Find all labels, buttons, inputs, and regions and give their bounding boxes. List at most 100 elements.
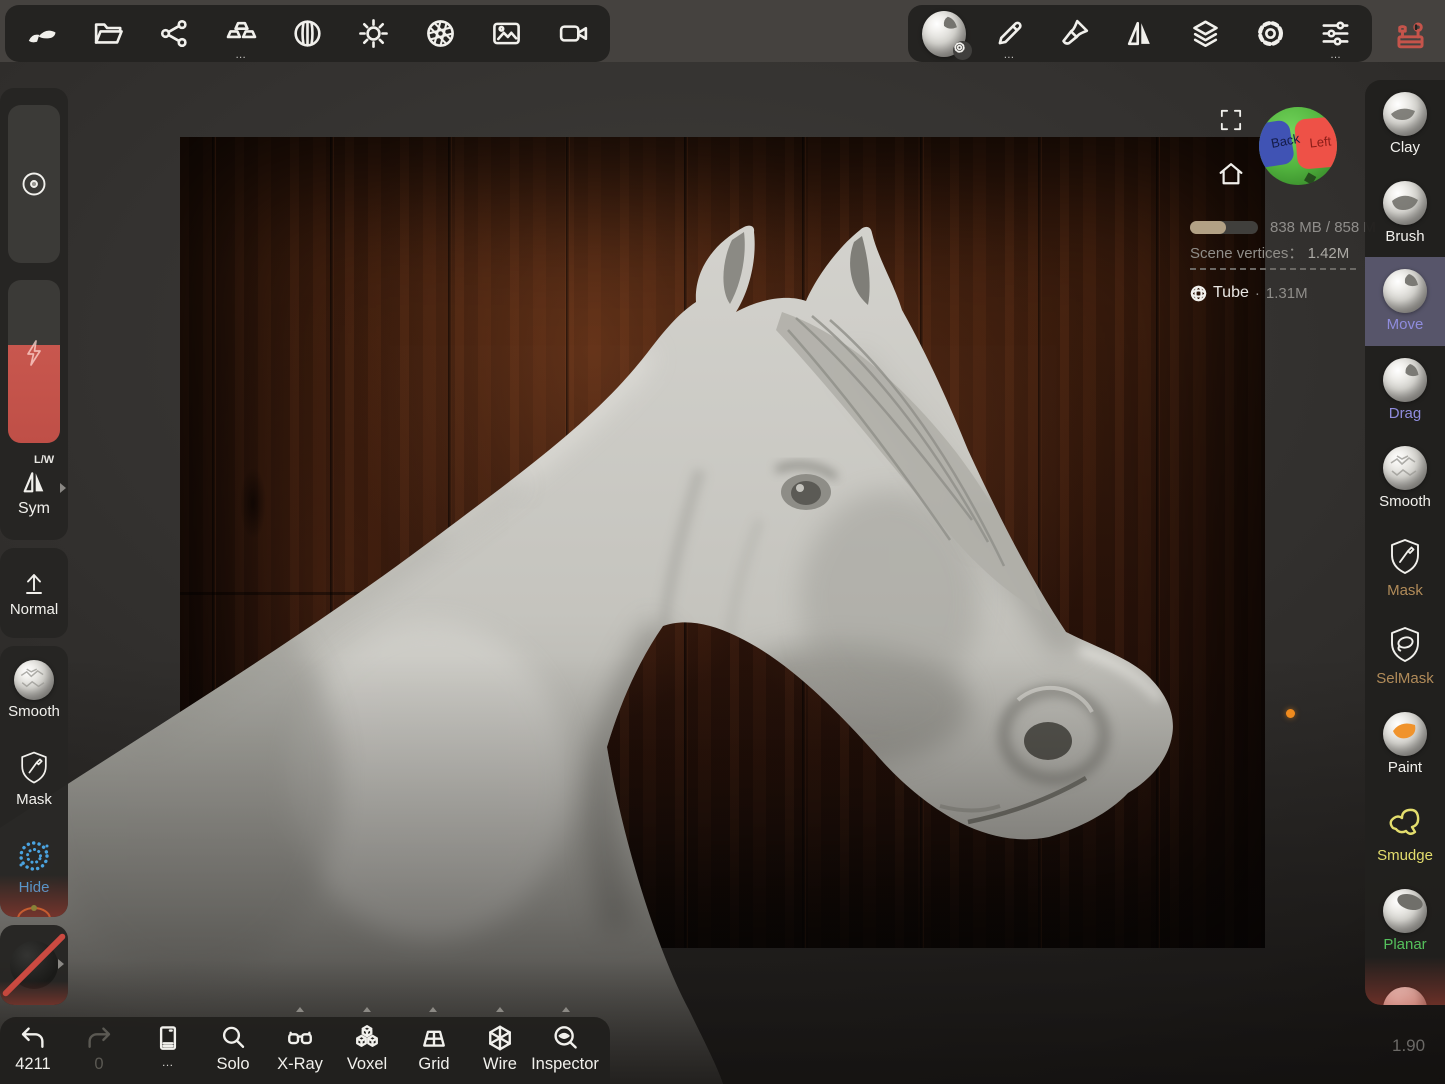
mask-shield-icon [1383, 535, 1427, 579]
panel-handle-xray[interactable] [296, 1007, 304, 1012]
material-none-panel[interactable] [0, 925, 68, 1005]
sym-mode-label[interactable]: L/W [34, 454, 54, 466]
history-button[interactable]: … [135, 1023, 201, 1069]
stroke-settings-button[interactable]: … [987, 8, 1031, 60]
symmetry-toggle-icon[interactable] [18, 466, 50, 498]
object-row[interactable]: Tube · 1.31M [1190, 284, 1308, 302]
app-screen: Back Left 838 MB / 858 M Scene vertices：… [0, 0, 1445, 1084]
postprocess-button[interactable] [418, 8, 462, 60]
quick-tool-label: Smooth [8, 703, 60, 720]
wood-backdrop [180, 137, 1265, 948]
drag-sphere-icon [1383, 358, 1427, 402]
voxel-button[interactable]: Voxel [334, 1023, 400, 1074]
quick-hide[interactable]: Hide [0, 822, 68, 910]
gizmo-partial-icon [14, 903, 54, 917]
tool-mask[interactable]: Mask [1365, 523, 1445, 612]
redo-count: 0 [94, 1055, 103, 1074]
selmask-shield-icon [1383, 623, 1427, 667]
brush-sphere-icon [1383, 181, 1427, 225]
sym-expand-arrow[interactable] [60, 483, 66, 493]
tool-next-partial[interactable] [1365, 965, 1445, 1005]
app-version: 1.90 [1392, 1036, 1425, 1056]
tool-label: Planar [1383, 936, 1426, 953]
history-more: … [162, 1055, 175, 1069]
sym-label[interactable]: Sym [0, 500, 68, 518]
stroke-direction-panel[interactable]: Normal [0, 548, 68, 638]
status-divider [1190, 268, 1356, 270]
tool-smooth[interactable]: Smooth [1365, 434, 1445, 523]
voxel-label: Voxel [347, 1055, 387, 1074]
hide-dotted-icon [14, 836, 54, 876]
grid-label: Grid [418, 1055, 449, 1074]
undo-button[interactable]: 4211 [0, 1023, 66, 1074]
lighting-button[interactable] [352, 8, 396, 60]
quick-tool-label: Mask [16, 791, 52, 808]
panel-handle-grid[interactable] [429, 1007, 437, 1012]
memory-text: 838 MB / 858 M [1270, 219, 1376, 236]
undo-count: 4211 [15, 1055, 50, 1074]
panel-handle-inspector[interactable] [562, 1007, 570, 1012]
stroke-direction-label: Normal [10, 601, 58, 618]
panel-handle-voxel[interactable] [363, 1007, 371, 1012]
top-left-toolbar: … [5, 5, 610, 62]
background-image-button[interactable] [485, 8, 529, 60]
orientation-gizmo[interactable]: Back Left [1258, 106, 1338, 186]
material-expand-arrow[interactable] [58, 959, 64, 969]
gizmo-left-label: Left [1309, 133, 1333, 150]
material-preview-button[interactable] [922, 8, 966, 60]
brush-settings-panel: L/W Sym [0, 88, 68, 540]
tool-label: Clay [1390, 139, 1420, 156]
mask-shield-icon [14, 748, 54, 788]
adjust-sliders-button[interactable]: … [1314, 8, 1358, 60]
inspector-label: Inspector [531, 1055, 599, 1074]
wire-label: Wire [483, 1055, 517, 1074]
redo-button[interactable]: 0 [66, 1023, 132, 1074]
tool-label: Smooth [1379, 493, 1431, 510]
panel-handle-wire[interactable] [496, 1007, 504, 1012]
wood-knot [240, 467, 266, 539]
materials-button[interactable]: … [219, 8, 263, 60]
sliders-more: … [1314, 51, 1358, 59]
stroke-anchor-dot [1286, 709, 1295, 718]
scene-graph-button[interactable] [153, 8, 197, 60]
layers-button[interactable] [1183, 8, 1227, 60]
tool-brush[interactable]: Brush [1365, 169, 1445, 258]
debug-toolbox-button[interactable] [1388, 8, 1432, 60]
object-name: Tube [1213, 284, 1249, 302]
matcap-button[interactable] [286, 8, 330, 60]
tool-drag[interactable]: Drag [1365, 346, 1445, 435]
home-view-icon[interactable] [1216, 159, 1246, 189]
tool-paint[interactable]: Paint [1365, 700, 1445, 789]
wire-button[interactable]: Wire [467, 1023, 533, 1074]
quick-smooth[interactable]: Smooth [0, 646, 68, 734]
settings-button[interactable] [1249, 8, 1293, 60]
material-gear-badge [953, 41, 972, 60]
fullscreen-icon[interactable] [1218, 107, 1244, 133]
paint-settings-button[interactable] [1053, 8, 1097, 60]
radius-slider[interactable] [8, 105, 60, 263]
wood-seam [684, 137, 688, 948]
tool-label: Paint [1388, 759, 1422, 776]
tool-label: Drag [1389, 405, 1422, 422]
partial-sphere-icon [1383, 987, 1427, 1005]
inspector-button[interactable]: Inspector [532, 1023, 598, 1074]
scene-vertices: Scene vertices： 1.42M [1190, 242, 1349, 263]
symmetry-button[interactable] [1118, 8, 1162, 60]
grid-button[interactable]: Grid [401, 1023, 467, 1074]
intensity-slider[interactable] [8, 280, 60, 443]
tool-planar[interactable]: Planar [1365, 877, 1445, 966]
video-recorder-button[interactable] [551, 8, 595, 60]
tool-selmask[interactable]: SelMask [1365, 611, 1445, 700]
tool-smudge[interactable]: Smudge [1365, 788, 1445, 877]
sculpt-viewport[interactable] [0, 62, 1445, 1084]
app-logo[interactable] [20, 8, 64, 60]
quick-mask[interactable]: Mask [0, 734, 68, 822]
tool-clay[interactable]: Clay [1365, 80, 1445, 169]
memory-bar [1190, 221, 1258, 234]
smudge-icon [1383, 800, 1427, 844]
wire-sphere-icon [1190, 285, 1207, 302]
solo-button[interactable]: Solo [200, 1023, 266, 1074]
xray-button[interactable]: X-Ray [267, 1023, 333, 1074]
tool-move-selected[interactable]: Move [1365, 257, 1445, 346]
files-button[interactable] [86, 8, 130, 60]
